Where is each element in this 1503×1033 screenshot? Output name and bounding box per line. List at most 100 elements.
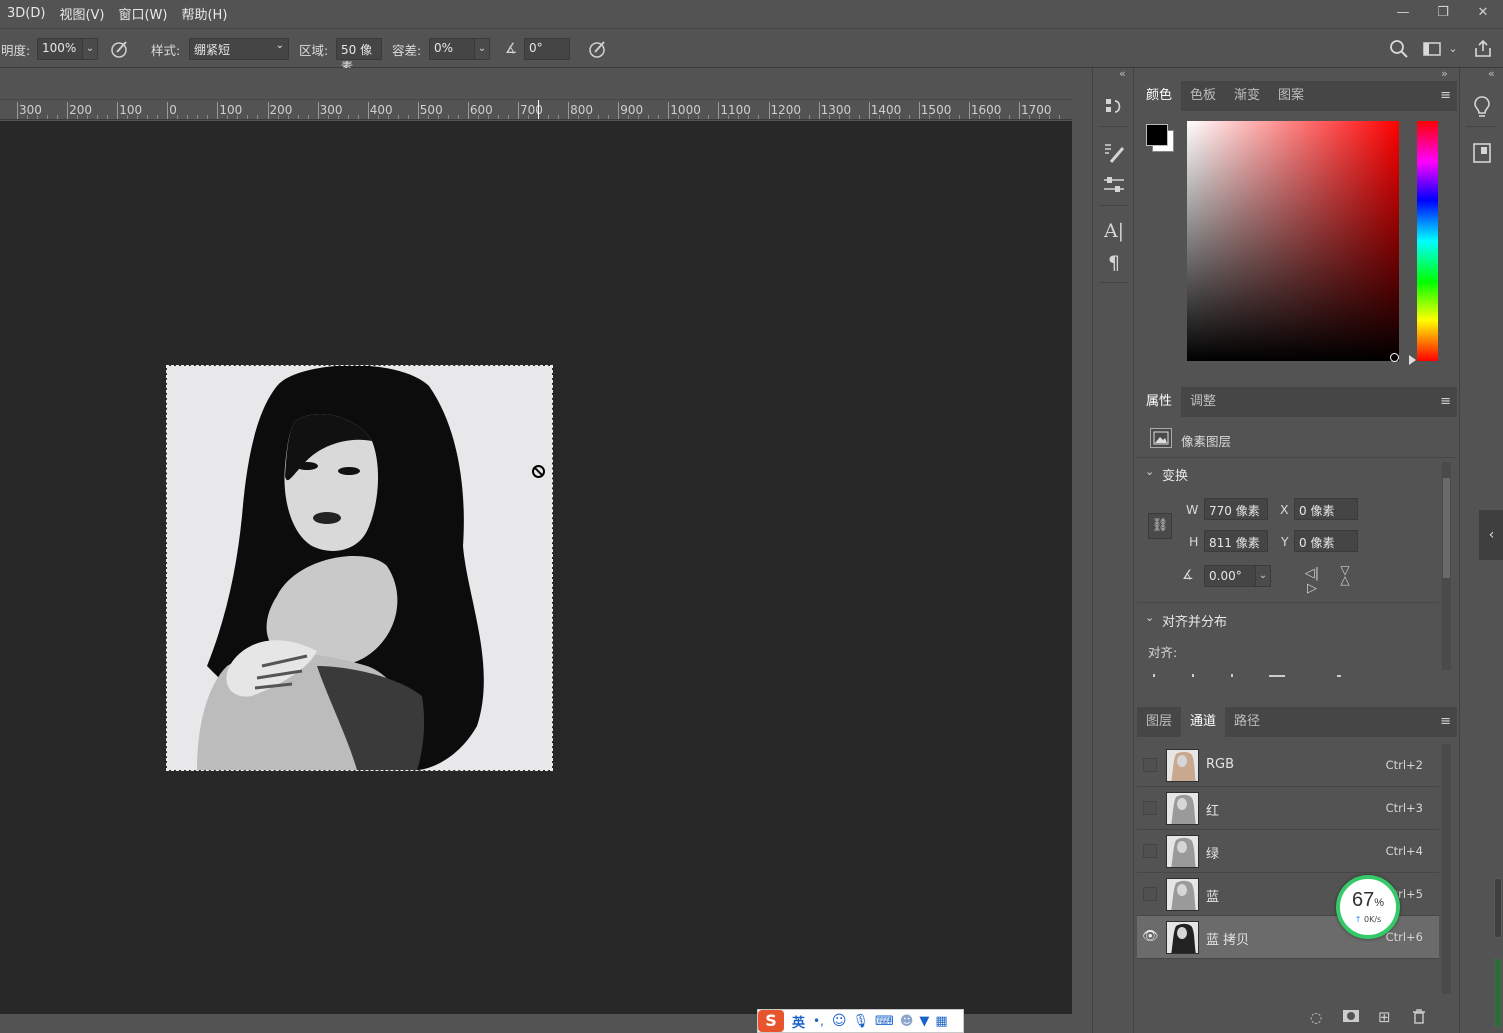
channels-scrollbar[interactable] [1442,744,1451,994]
rotation-field[interactable]: 0.00° [1204,565,1256,587]
new-channel-button[interactable]: ⊞ [1378,1008,1391,1026]
visibility-toggle[interactable] [1143,844,1157,858]
y-field[interactable]: 0 像素 [1294,530,1358,552]
menu-3d[interactable]: 3D(D) [0,6,52,21]
menu-help[interactable]: 帮助(H) [174,4,234,23]
expand-right-icon[interactable]: » [1441,67,1448,80]
tab-patterns[interactable]: 图案 [1269,81,1313,111]
hue-slider[interactable] [1417,121,1438,361]
workspace-button[interactable] [1421,38,1443,60]
microphone-icon[interactable]: 🎙 [853,1014,870,1029]
restore-button[interactable]: ❐ [1423,0,1463,24]
skin-icon[interactable]: ▼ [919,1014,929,1029]
x-field[interactable]: 0 像素 [1294,498,1358,520]
channel-name: 蓝 [1206,890,1220,905]
paragraph-button[interactable]: ¶ [1101,250,1127,276]
learn-button[interactable] [1469,94,1495,120]
angle-field[interactable]: 0° [524,38,570,60]
tolerance-dropdown[interactable]: ⌄ [474,38,490,60]
minimize-button[interactable]: — [1383,0,1423,24]
share-button[interactable] [1472,38,1494,60]
channel-thumbnail [1166,749,1199,782]
network-speed-meter[interactable]: 67% ↑ 0K/s [1336,875,1400,939]
color-picker-handle[interactable] [1390,353,1399,362]
sogou-logo-icon[interactable]: S [758,1010,784,1032]
link-dimensions-button[interactable]: ⛓ [1148,513,1172,539]
user-icon[interactable]: ☻ [900,1014,914,1029]
collapse-left-icon[interactable]: « [1119,67,1126,80]
properties-scrollbar[interactable] [1442,462,1451,670]
tab-swatches[interactable]: 色板 [1181,81,1225,111]
tab-adjustments[interactable]: 调整 [1181,387,1225,417]
align-left-button[interactable] [1153,674,1155,677]
workspace-dropdown[interactable]: ⌄ [1446,38,1460,60]
collapse-left-icon[interactable]: « [1488,67,1495,80]
character-button[interactable]: A| [1101,218,1127,244]
visibility-toggle[interactable] [1143,758,1157,772]
ruler-major-tick [918,102,920,119]
flip-horizontal-button[interactable]: ◁|▷ [1301,566,1323,596]
load-selection-button[interactable]: ◌ [1310,1010,1322,1026]
ruler-tick-label: 1400 [870,103,902,117]
align-top-button[interactable] [1269,675,1285,677]
ime-mode-toggle[interactable]: 英 [792,1012,805,1031]
adjustments-button[interactable] [1101,172,1127,198]
align-section-header[interactable]: 对齐并分布 [1162,611,1227,630]
panel-menu-icon[interactable]: ≡ [1440,714,1451,729]
punctuation-icon[interactable]: •, [813,1014,824,1028]
channel-row[interactable]: 红 Ctrl+3 [1137,787,1439,830]
visibility-toggle[interactable] [1143,801,1157,815]
opacity-field[interactable]: 100% [37,38,83,60]
tab-color[interactable]: 颜色 [1137,81,1182,111]
style-select[interactable]: 绷紧短 ⌄ [189,38,289,60]
visibility-toggle[interactable] [1143,887,1157,901]
width-field[interactable]: 770 像素 [1204,498,1268,520]
tab-gradients[interactable]: 渐变 [1225,81,1269,111]
hue-slider-handle[interactable] [1409,355,1416,365]
chevron-down-icon[interactable]: ⌄ [1145,611,1154,624]
search-button[interactable] [1388,38,1410,60]
flip-vertical-button[interactable]: ▽ △ [1335,564,1355,587]
transform-section-header[interactable]: 变换 [1162,465,1188,484]
align-middle-button[interactable] [1337,675,1341,677]
channel-row[interactable]: 绿 Ctrl+4 [1137,830,1439,873]
tolerance-field[interactable]: 0% [429,38,475,60]
align-right-button[interactable] [1231,674,1233,677]
area-field[interactable]: 50 像素 [336,38,382,74]
delete-channel-button[interactable] [1411,1008,1427,1027]
menu-window[interactable]: 窗口(W) [111,4,174,23]
document-image[interactable] [166,365,553,771]
ruler-minor-tick [237,115,239,119]
channel-row[interactable]: RGB Ctrl+2 [1137,744,1439,787]
tab-channels[interactable]: 通道 [1181,707,1226,737]
ruler-tick-label: 100 [119,103,143,117]
tab-paths[interactable]: 路径 [1225,707,1269,737]
emoji-icon[interactable]: ☺ [832,1013,847,1029]
keyboard-icon[interactable]: ⌨ [875,1014,894,1029]
history-button[interactable] [1101,94,1127,120]
align-center-button[interactable] [1192,674,1194,677]
tab-properties[interactable]: 属性 [1137,387,1182,417]
right-scroll-indicator[interactable] [1494,878,1502,938]
flyout-toggle[interactable]: ‹ [1479,510,1503,560]
foreground-color-swatch[interactable] [1146,124,1168,146]
properties-scrollbar-thumb[interactable] [1443,478,1450,578]
ruler-minor-tick [588,115,590,119]
toolbox-icon[interactable]: ▦ [935,1014,947,1029]
close-button[interactable]: ✕ [1463,0,1503,24]
tab-layers[interactable]: 图层 [1137,707,1181,737]
panel-menu-icon[interactable]: ≡ [1440,394,1451,409]
panel-menu-icon[interactable]: ≡ [1440,88,1451,103]
menu-view[interactable]: 视图(V) [52,4,111,23]
eye-icon[interactable]: 👁 [1142,929,1159,944]
save-selection-button[interactable] [1342,1008,1360,1027]
height-field[interactable]: 811 像素 [1204,530,1268,552]
pressure-size-button[interactable] [587,38,609,60]
opacity-dropdown[interactable]: ⌄ [82,38,98,60]
chevron-down-icon[interactable]: ⌄ [1145,465,1154,478]
libraries-button[interactable] [1469,140,1495,166]
rotation-dropdown[interactable]: ⌄ [1255,565,1271,587]
brush-settings-button[interactable] [1101,140,1127,166]
pressure-opacity-button[interactable] [109,38,131,60]
saturation-value-field[interactable] [1187,121,1399,361]
